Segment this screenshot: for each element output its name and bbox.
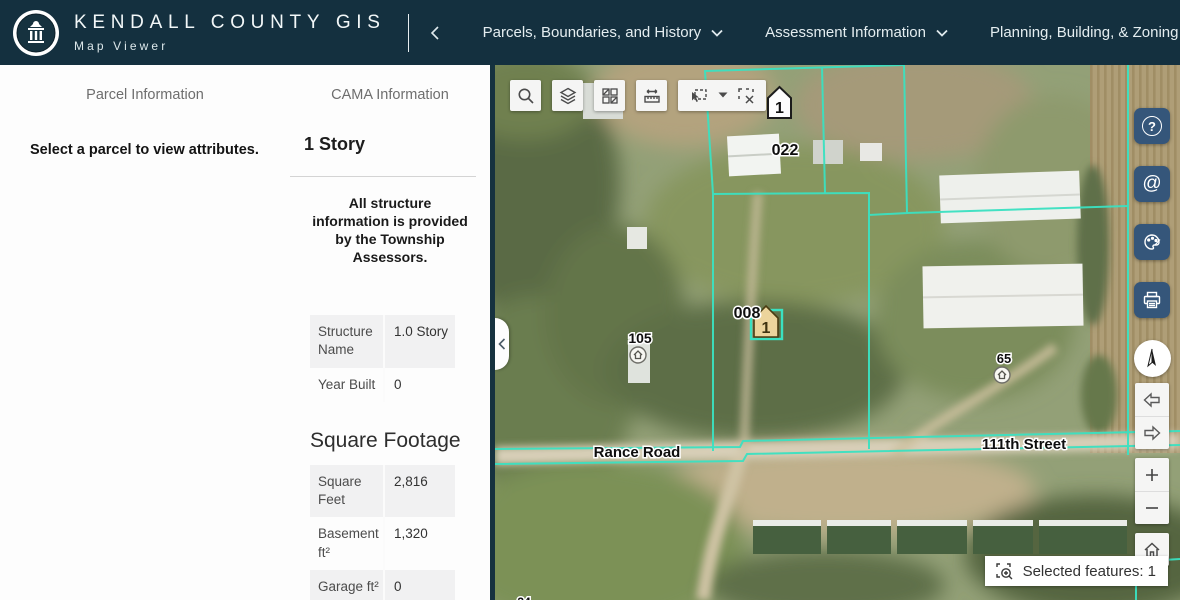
nav-item-parcels[interactable]: Parcels, Boundaries, and History — [483, 24, 723, 41]
table-row: Basement ft² 1,320 — [310, 517, 455, 569]
row-value: 0 — [383, 368, 455, 402]
measure-icon — [643, 87, 661, 105]
cama-info-column: CAMA Information 1 Story All structure i… — [290, 65, 490, 600]
edge-label-34: 34 — [517, 595, 531, 600]
address-point-65-icon — [994, 367, 1010, 383]
assessor-notice: All structure information is provided by… — [310, 194, 470, 266]
select-icon — [688, 87, 708, 105]
select-options-dropdown[interactable] — [718, 80, 728, 111]
chevron-down-icon — [711, 29, 723, 37]
address-label-105: 105 — [628, 330, 652, 346]
chevron-left-icon — [498, 338, 506, 350]
table-row: Structure Name 1.0 Story — [310, 315, 455, 367]
extent-nav-group — [1135, 383, 1169, 449]
plus-icon — [1145, 468, 1159, 482]
row-label: Garage ft² — [310, 570, 383, 600]
clear-selection-icon — [737, 87, 756, 105]
road-label-rance-road: Rance Road — [594, 444, 681, 461]
county-seal-logo — [12, 9, 60, 57]
row-label: Square Feet — [310, 465, 383, 517]
zoom-to-selection-icon — [995, 562, 1014, 581]
road-label-111th-street: 111th Street — [982, 436, 1066, 453]
app-subtitle: Map Viewer — [74, 39, 386, 53]
row-label: Year Built — [310, 368, 383, 402]
theme-button[interactable] — [1134, 224, 1170, 260]
parcel-label-022: 022 — [772, 142, 799, 159]
nav-item-assessment[interactable]: Assessment Information — [765, 24, 948, 41]
search-button[interactable] — [510, 80, 541, 111]
row-label: Basement ft² — [310, 517, 383, 569]
structure-table: Structure Name 1.0 Story Year Built 0 — [310, 315, 455, 402]
previous-extent-button[interactable] — [1135, 383, 1169, 416]
address-label-65: 65 — [997, 351, 1011, 366]
map-tools-rail: ? @ — [1134, 108, 1170, 566]
nav-item-label: Planning, Building, & Zoning — [990, 24, 1178, 41]
map-toolbar — [510, 80, 766, 111]
header-divider — [408, 14, 409, 52]
address-point-105-icon — [630, 347, 646, 363]
square-footage-table: Square Feet 2,816 Basement ft² 1,320 Gar… — [310, 465, 455, 600]
svg-text:1: 1 — [775, 100, 784, 117]
app-title: KENDALL COUNTY GIS — [74, 12, 386, 34]
selected-features-bar[interactable]: Selected features: 1 — [985, 556, 1168, 586]
aerial-imagery: 1 1 022 008 105 65 Rance Road 111th Stre… — [495, 65, 1180, 600]
selected-features-label: Selected features: 1 — [1023, 563, 1156, 580]
print-button[interactable] — [1134, 282, 1170, 318]
help-icon: ? — [1142, 116, 1162, 136]
arrow-left-icon — [1142, 392, 1162, 408]
compass-north-icon — [1141, 348, 1163, 370]
nav-scroll-left-icon[interactable] — [429, 25, 441, 41]
tab-parcel-information[interactable]: Parcel Information — [0, 65, 290, 103]
print-icon — [1142, 290, 1162, 310]
layers-button[interactable] — [552, 80, 583, 111]
select-tool-group — [678, 80, 766, 111]
minus-icon — [1145, 501, 1159, 515]
row-value: 2,816 — [383, 465, 455, 517]
parcel-select-message: Select a parcel to view attributes. — [30, 142, 290, 158]
parcel-label-008: 008 — [734, 305, 761, 322]
chevron-down-icon — [718, 92, 728, 99]
row-value: 0 — [383, 570, 455, 600]
nav-item-label: Assessment Information — [765, 24, 926, 41]
nav-item-label: Parcels, Boundaries, and History — [483, 24, 701, 41]
palette-icon — [1142, 232, 1162, 252]
nav-item-planning[interactable]: Planning, Building, & Zoning — [990, 24, 1178, 41]
svg-text:1: 1 — [762, 320, 771, 337]
row-label: Structure Name — [310, 315, 383, 367]
next-extent-button[interactable] — [1135, 416, 1169, 449]
basemap-gallery-icon — [601, 87, 619, 105]
map-canvas[interactable]: 1 1 022 008 105 65 Rance Road 111th Stre… — [495, 65, 1180, 600]
row-value: 1.0 Story — [383, 315, 455, 367]
row-value: 1,320 — [383, 517, 455, 569]
square-footage-title: Square Footage — [310, 429, 490, 453]
arrow-right-icon — [1142, 425, 1162, 441]
main-nav: Parcels, Boundaries, and History Assessm… — [429, 24, 1180, 41]
contact-button[interactable]: @ — [1134, 166, 1170, 202]
compass-button[interactable] — [1134, 340, 1171, 377]
layers-icon — [559, 87, 577, 105]
app-header: KENDALL COUNTY GIS Map Viewer Parcels, B… — [0, 0, 1180, 65]
zoom-control-group — [1135, 458, 1169, 524]
zoom-in-button[interactable] — [1135, 458, 1169, 491]
parcel-info-column: Parcel Information Select a parcel to vi… — [0, 65, 290, 600]
clear-selection-button[interactable] — [737, 80, 756, 111]
basemap-gallery-button[interactable] — [594, 80, 625, 111]
help-button[interactable]: ? — [1134, 108, 1170, 144]
select-button[interactable] — [688, 80, 708, 111]
attributes-panel: Parcel Information Select a parcel to vi… — [0, 65, 495, 600]
table-row: Year Built 0 — [310, 368, 455, 402]
section-divider — [290, 176, 476, 177]
panel-collapse-handle[interactable] — [495, 318, 509, 370]
measure-button[interactable] — [636, 80, 667, 111]
table-row: Square Feet 2,816 — [310, 465, 455, 517]
chevron-down-icon — [936, 29, 948, 37]
table-row: Garage ft² 0 — [310, 570, 455, 600]
zoom-out-button[interactable] — [1135, 491, 1169, 524]
structure-title: 1 Story — [304, 134, 490, 155]
search-icon — [517, 87, 535, 105]
at-icon: @ — [1142, 173, 1161, 195]
tab-cama-information[interactable]: CAMA Information — [290, 65, 490, 103]
